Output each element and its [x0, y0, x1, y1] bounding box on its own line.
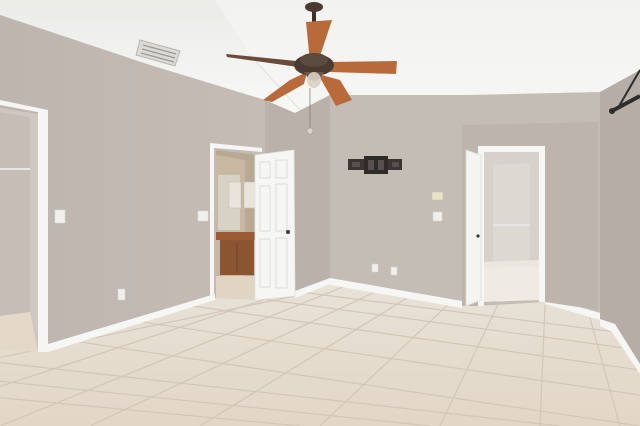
- door-knob-icon[interactable]: [286, 230, 290, 234]
- door-knob-icon-2[interactable]: [476, 234, 480, 238]
- bathroom-door[interactable]: [254, 149, 296, 301]
- power-outlet-3: [390, 266, 398, 276]
- thermostat[interactable]: [431, 191, 444, 201]
- closet-doorway[interactable]: [0, 100, 48, 352]
- light-switch[interactable]: [54, 209, 66, 224]
- light-switch-3[interactable]: [432, 211, 443, 222]
- power-outlet: [117, 288, 126, 301]
- power-outlet-2: [371, 263, 379, 273]
- hallway-doorway[interactable]: [462, 122, 598, 310]
- vanity-counter: [216, 232, 256, 240]
- light-switch-2[interactable]: [197, 210, 209, 222]
- hallway-door[interactable]: [465, 149, 482, 307]
- bedroom-photo: [0, 0, 640, 426]
- bathroom-doorway[interactable]: [210, 143, 262, 300]
